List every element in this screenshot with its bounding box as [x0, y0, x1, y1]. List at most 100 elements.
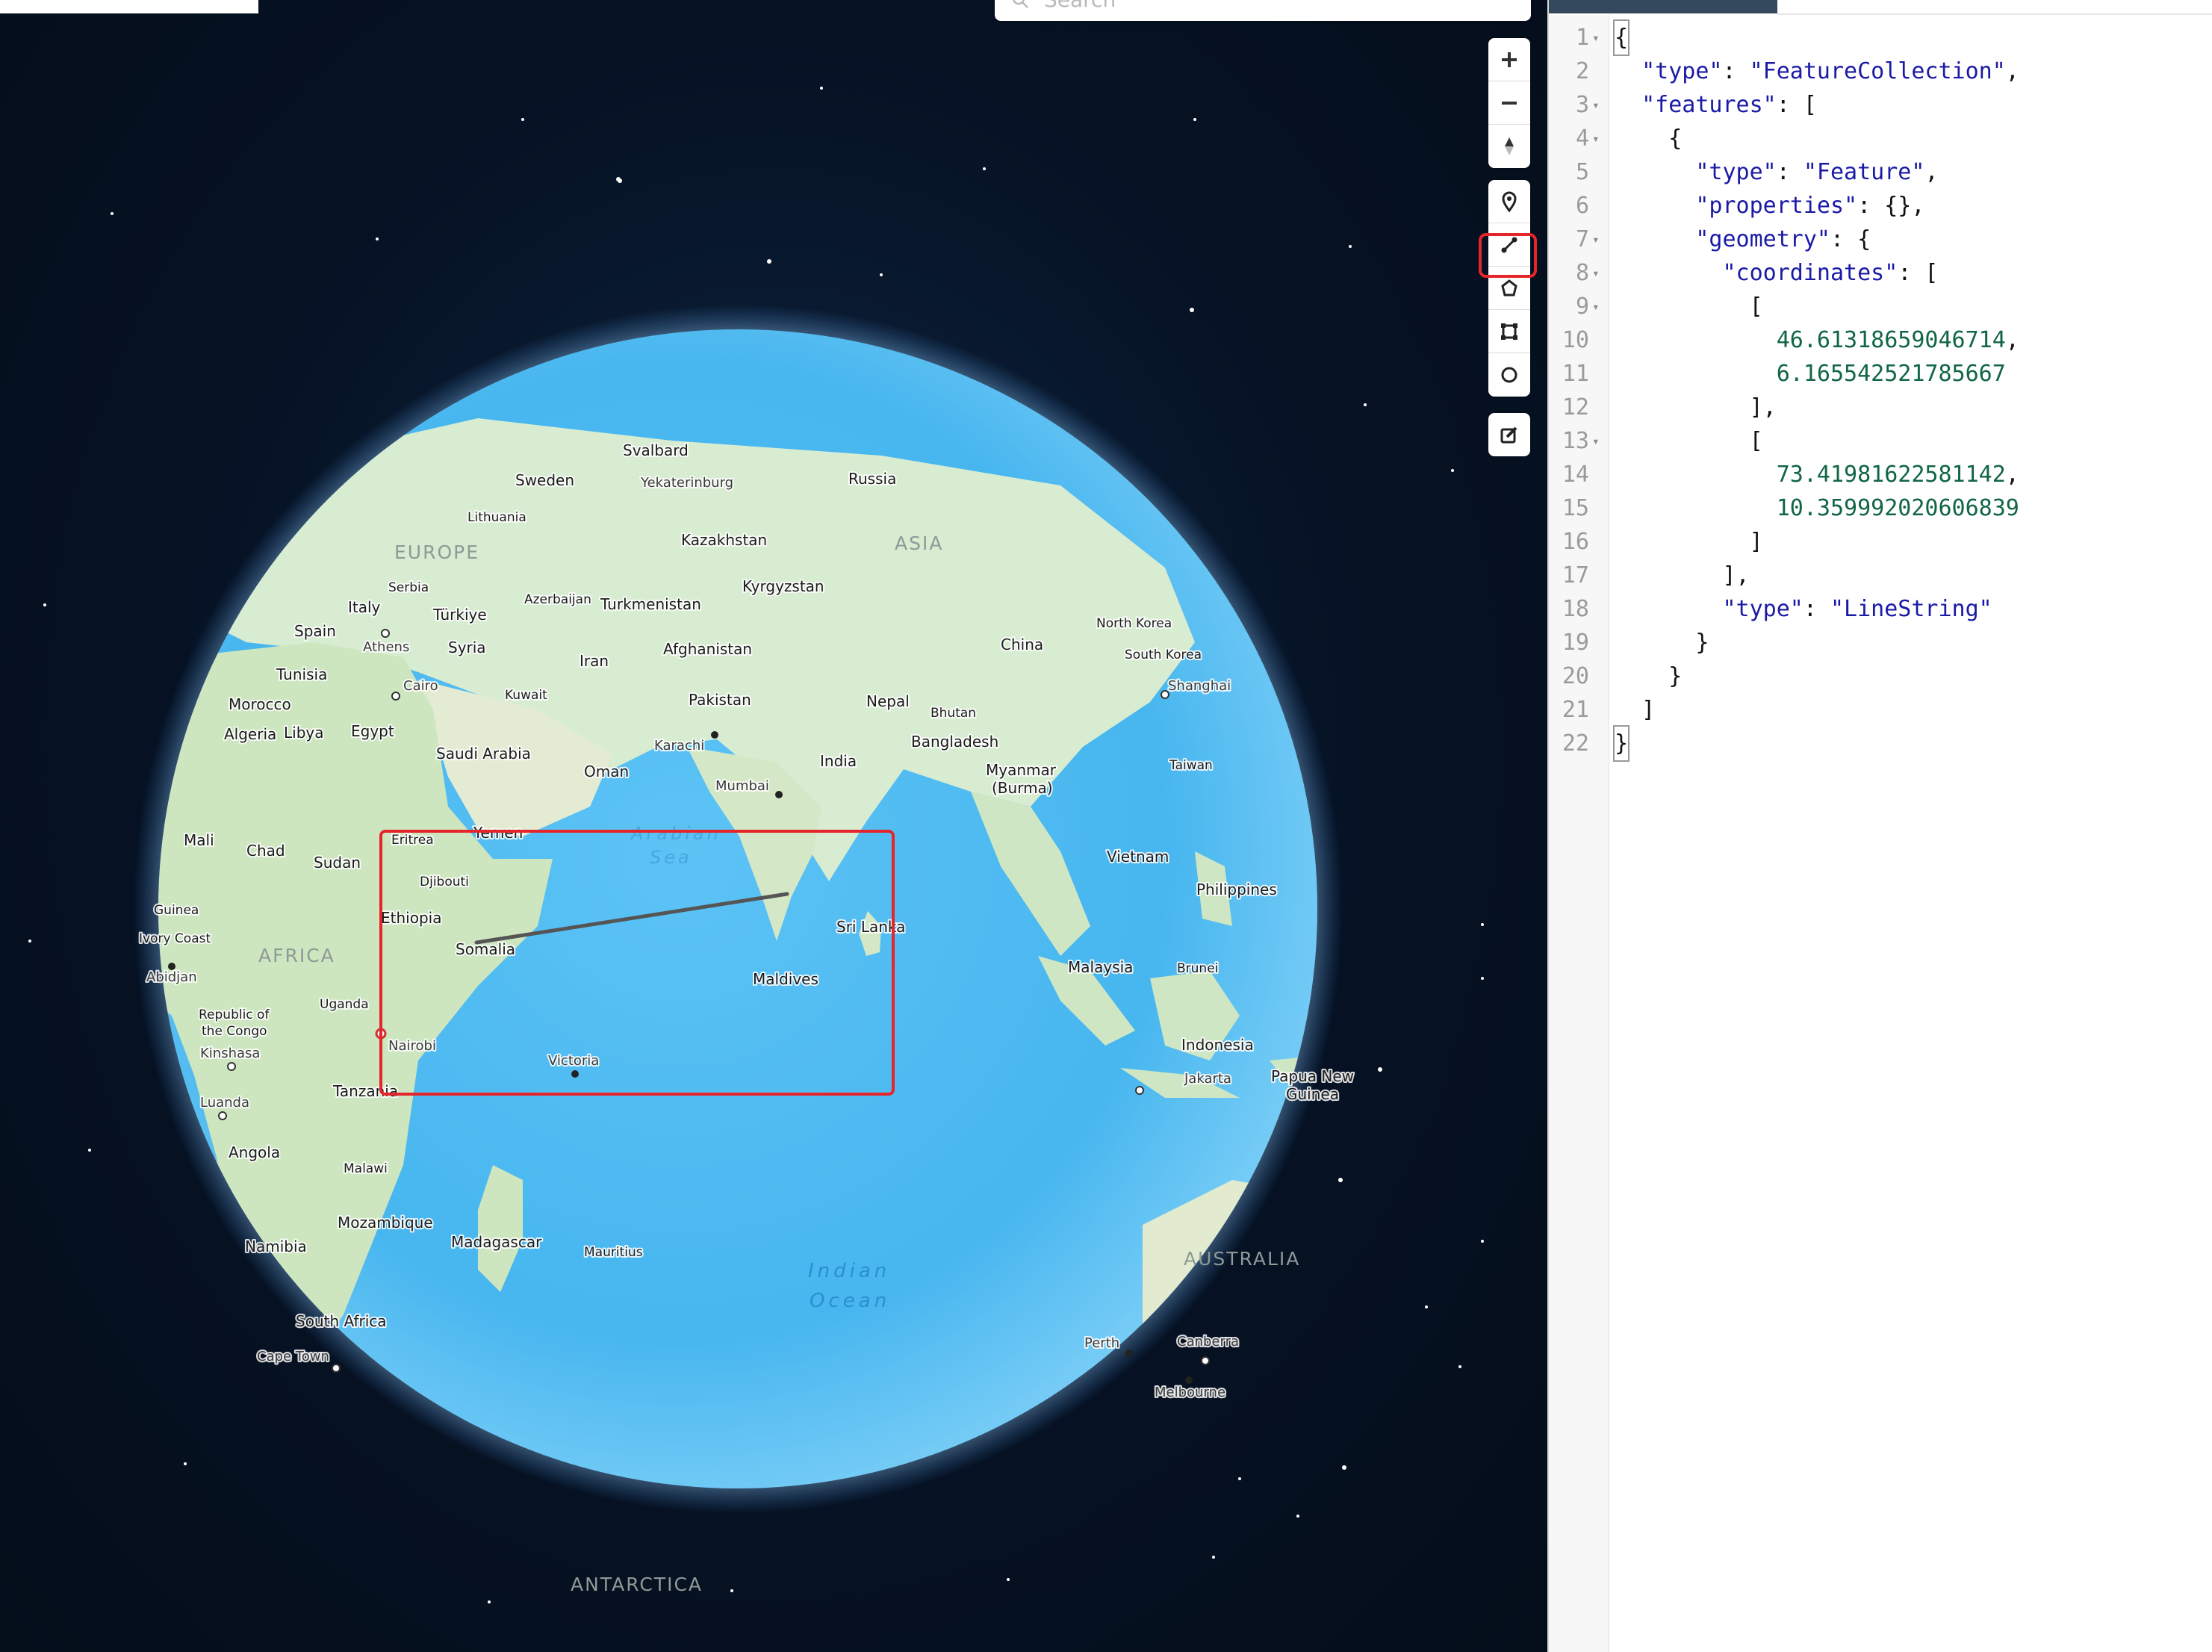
- circle-icon: [1501, 367, 1517, 383]
- fold-toggle-icon[interactable]: ▾: [1592, 256, 1600, 290]
- fold-toggle-icon[interactable]: ▾: [1592, 122, 1600, 155]
- svg-text:Ethiopia: Ethiopia: [381, 909, 441, 927]
- code-text: "coordinates": [: [1722, 260, 1939, 286]
- svg-text:Perth: Perth: [1084, 1335, 1119, 1351]
- search-input[interactable]: [1043, 0, 1494, 13]
- code-line[interactable]: 14 73.41981622581142,: [1549, 458, 2212, 491]
- code-line[interactable]: 20 }: [1549, 659, 2212, 693]
- draw-circle-button[interactable]: [1488, 353, 1530, 397]
- line-number: 10: [1562, 327, 1589, 353]
- code-line[interactable]: 4 ▾ {: [1549, 122, 2212, 155]
- svg-text:Sweden: Sweden: [515, 471, 574, 489]
- draw-marker-button[interactable]: [1488, 180, 1530, 223]
- code-line[interactable]: 19 }: [1549, 626, 2212, 659]
- code-line[interactable]: 3 ▾ "features": [: [1549, 88, 2212, 122]
- svg-text:AUSTRALIA: AUSTRALIA: [1184, 1248, 1300, 1270]
- svg-text:the Congo: the Congo: [202, 1024, 267, 1039]
- code-line[interactable]: 18 "type": "LineString": [1549, 592, 2212, 626]
- code-text: ],: [1615, 562, 1750, 589]
- tab-table[interactable]: [1777, 0, 2212, 15]
- svg-text:Shanghai: Shanghai: [1168, 678, 1231, 694]
- svg-text:Ocean: Ocean: [810, 1290, 890, 1312]
- svg-text:Bhutan: Bhutan: [931, 706, 976, 721]
- code-line[interactable]: 13 ▾ [: [1549, 424, 2212, 458]
- code-text: ],: [1615, 394, 1777, 420]
- globe-map[interactable]: EUROPE ASIA AFRICA AUSTRALIA ANTARCTICA …: [0, 0, 1547, 1652]
- plus-icon: [1502, 52, 1517, 67]
- code-line[interactable]: 8 ▾ "coordinates": [: [1549, 256, 2212, 290]
- line-number: 19: [1562, 630, 1589, 656]
- line-number: 11: [1562, 361, 1589, 387]
- code-line[interactable]: 9 ▾ [: [1549, 290, 2212, 323]
- svg-text:ASIA: ASIA: [895, 532, 943, 554]
- rectangle-icon: [1501, 323, 1517, 340]
- zoom-in-button[interactable]: [1488, 38, 1530, 81]
- svg-text:South Korea: South Korea: [1125, 648, 1202, 662]
- code-line[interactable]: 6 "properties": {},: [1549, 189, 2212, 223]
- svg-text:Ivory Coast: Ivory Coast: [139, 931, 211, 946]
- code-line[interactable]: 21 ]: [1549, 693, 2212, 727]
- code-text: }: [1612, 725, 1630, 762]
- svg-text:Oman: Oman: [584, 763, 629, 780]
- fold-toggle-icon[interactable]: ▾: [1592, 223, 1600, 256]
- svg-text:EUROPE: EUROPE: [394, 541, 479, 563]
- line-number: 2: [1575, 58, 1589, 84]
- zoom-controls: [1488, 38, 1530, 168]
- code-text: "type": "LineString": [1722, 596, 1992, 622]
- code-line[interactable]: 10 46.61318659046714,: [1549, 323, 2212, 357]
- svg-text:Melbourne: Melbourne: [1155, 1385, 1225, 1400]
- svg-text:Sri Lanka: Sri Lanka: [836, 918, 905, 936]
- svg-text:Taiwan: Taiwan: [1169, 758, 1213, 773]
- svg-text:Vietnam: Vietnam: [1107, 848, 1169, 866]
- svg-text:Syria: Syria: [448, 639, 486, 656]
- code-text: {: [1612, 19, 1630, 56]
- code-text: "properties": {},: [1695, 193, 1925, 219]
- code-line[interactable]: 17 ],: [1549, 559, 2212, 592]
- compass-button[interactable]: [1488, 125, 1530, 168]
- code-text: }: [1615, 663, 1683, 689]
- svg-text:Türkiye: Türkiye: [432, 606, 487, 624]
- top-left-panel: [0, 0, 258, 13]
- tab-json[interactable]: [1549, 0, 1777, 13]
- svg-text:North Korea: North Korea: [1096, 616, 1172, 631]
- svg-text:Guinea: Guinea: [1286, 1085, 1339, 1103]
- code-line[interactable]: 1 ▾ {: [1549, 19, 2212, 56]
- geojson-editor[interactable]: 1 ▾{2 "type": "FeatureCollection", 3 ▾ "fea…: [1547, 0, 2212, 1652]
- code-line[interactable]: 5 "type": "Feature",: [1549, 155, 2212, 189]
- code-line[interactable]: 12 ],: [1549, 391, 2212, 424]
- code-line[interactable]: 7 ▾ "geometry": {: [1549, 223, 2212, 256]
- fold-toggle-icon[interactable]: ▾: [1592, 21, 1600, 55]
- fold-toggle-icon[interactable]: ▾: [1592, 88, 1600, 122]
- draw-toolbar: [1488, 180, 1530, 397]
- svg-text:Turkmenistan: Turkmenistan: [600, 595, 701, 613]
- code-line[interactable]: 16 ]: [1549, 525, 2212, 559]
- map-view[interactable]: EUROPE ASIA AFRICA AUSTRALIA ANTARCTICA …: [0, 0, 1547, 1652]
- svg-text:Saudi Arabia: Saudi Arabia: [436, 745, 531, 763]
- code-text: "features": [: [1641, 92, 1817, 118]
- svg-text:Indonesia: Indonesia: [1181, 1036, 1254, 1054]
- svg-text:Kazakhstan: Kazakhstan: [681, 531, 767, 549]
- fold-toggle-icon[interactable]: ▾: [1592, 424, 1600, 458]
- fold-toggle-icon[interactable]: ▾: [1592, 290, 1600, 323]
- svg-text:Nairobi: Nairobi: [388, 1038, 436, 1054]
- draw-rectangle-button[interactable]: [1488, 310, 1530, 353]
- draw-line-button[interactable]: [1488, 223, 1530, 267]
- zoom-out-button[interactable]: [1488, 81, 1530, 125]
- draw-polygon-button[interactable]: [1488, 267, 1530, 310]
- edit-button[interactable]: [1488, 413, 1530, 456]
- svg-text:Sudan: Sudan: [314, 854, 361, 872]
- compass-icon: [1505, 137, 1514, 155]
- code-text: ]: [1615, 697, 1656, 723]
- search-bar[interactable]: [995, 0, 1531, 21]
- svg-text:Mozambique: Mozambique: [338, 1214, 433, 1232]
- code-line[interactable]: 22}: [1549, 725, 2212, 762]
- code-text: "geometry": {: [1695, 226, 1871, 252]
- line-number: 18: [1562, 596, 1589, 622]
- line-number: 5: [1575, 159, 1589, 185]
- code-line[interactable]: 2 "type": "FeatureCollection",: [1549, 55, 2212, 88]
- line-number: 22: [1562, 730, 1589, 757]
- svg-text:South Africa: South Africa: [296, 1312, 387, 1330]
- svg-text:Papua New: Papua New: [1271, 1067, 1354, 1085]
- code-line[interactable]: 11 6.165542521785667: [1549, 357, 2212, 391]
- code-line[interactable]: 15 10.359992020606839: [1549, 491, 2212, 525]
